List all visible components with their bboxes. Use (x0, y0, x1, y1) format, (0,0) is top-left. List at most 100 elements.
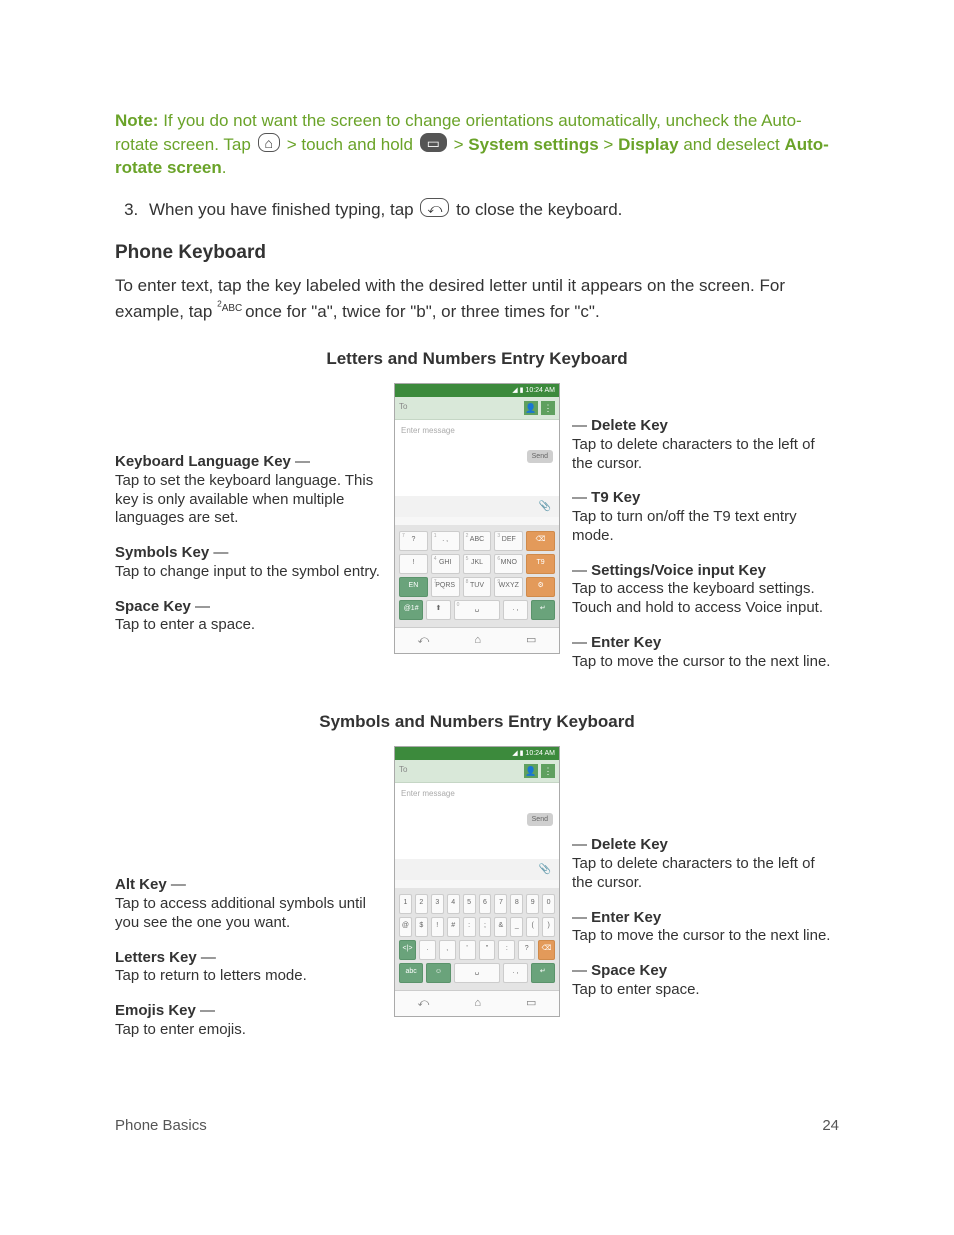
phone-keyboard-para: To enter text, tap the key labeled with … (115, 275, 839, 324)
lbl-title: T9 Key (591, 489, 640, 506)
lbl-desc: Tap to set the keyboard language. This k… (115, 472, 373, 527)
key: & (494, 917, 507, 937)
abc-key-inline: 2ABC (217, 303, 245, 314)
label-emojis-key: Emojis Key — Tap to enter emojis. (115, 1002, 382, 1040)
lbl-title: Delete Key (591, 836, 668, 853)
nav-back-icon: ⤺ (418, 633, 430, 648)
key: ' (459, 940, 476, 960)
key: ( (526, 917, 539, 937)
key: 2ABC (463, 531, 492, 551)
enter-key-icon: ↵ (531, 600, 555, 620)
status-time: 10:24 AM (525, 750, 555, 757)
note-paragraph: Note: If you do not want the screen to c… (115, 110, 839, 180)
msg-placeholder: Enter message (401, 426, 455, 435)
key: $ (415, 917, 428, 937)
label-enter-key-2: — Enter Key Tap to move the cursor to th… (572, 909, 839, 947)
step-3-post: to close the keyboard. (456, 200, 622, 219)
key: 1 (399, 894, 412, 914)
label-settings-voice-key: — Settings/Voice input Key Tap to access… (572, 562, 839, 618)
lbl-title: Alt Key (115, 876, 167, 893)
to-label: To (399, 765, 521, 776)
key: , (439, 940, 456, 960)
key: ; (479, 917, 492, 937)
symbols-keyboard-grid: 1 2 3 4 5 6 7 8 9 0 @ $ ! # : ; & _ ( (395, 888, 559, 990)
key: 8 (510, 894, 523, 914)
label-enter-key: — Enter Key Tap to move the cursor to th… (572, 634, 839, 672)
lbl-title: Space Key (115, 598, 191, 615)
status-bar: ◢ ▮ 10:24 AM (395, 384, 559, 396)
lbl-title: Settings/Voice input Key (591, 562, 766, 579)
key: _ (510, 917, 523, 937)
key: . , (503, 600, 527, 620)
nav-recent-icon: ▭ (526, 996, 536, 1011)
diagram2-phone: ◢ ▮ 10:24 AM To 👤 ⋮ Enter message Send 📎… (394, 746, 560, 1017)
enter-key-icon: ↵ (531, 963, 555, 983)
note-text-3: and deselect (683, 135, 779, 154)
nav-back-icon: ⤺ (418, 996, 430, 1011)
key: 5JKL (463, 554, 492, 574)
footer-page-number: 24 (822, 1116, 839, 1136)
key: 7PQRS (431, 577, 460, 597)
lbl-desc: Tap to enter space. (572, 981, 700, 998)
symbols-mode-key: @1# (399, 600, 423, 620)
home-icon: ⌂ (258, 133, 280, 152)
attach-row: 📎 (395, 496, 559, 518)
key: 7? (399, 531, 428, 551)
nav-home-icon: ⌂ (474, 633, 481, 648)
delete-key-icon: ⌫ (538, 940, 555, 960)
diagram2-right-col: — Delete Key Tap to delete characters to… (568, 746, 839, 1015)
emoji-key-icon: ☺ (426, 963, 450, 983)
abc-key-label: ABC (222, 303, 243, 314)
key: 9 (526, 894, 539, 914)
note-text-2: > touch and hold (287, 135, 413, 154)
diagram1-right-col: — Delete Key Tap to delete characters to… (568, 383, 839, 687)
key: . (419, 940, 436, 960)
lbl-title: Symbols Key (115, 544, 209, 561)
key: ) (542, 917, 555, 937)
contact-icon: 👤 (524, 401, 538, 415)
note-period: . (222, 158, 227, 177)
lbl-desc: Tap to access additional symbols until y… (115, 895, 366, 931)
phone-keyboard-grid: 7? 1. , 2ABC 3DEF ⌫ ! 4GHI 5JKL 6MNO T9 … (395, 525, 559, 627)
label-t9-key: — T9 Key Tap to turn on/off the T9 text … (572, 489, 839, 545)
key: 3 (431, 894, 444, 914)
settings-key-icon: ⚙ (526, 577, 555, 597)
to-row: To 👤 ⋮ (395, 760, 559, 783)
footer-left: Phone Basics (115, 1116, 207, 1136)
label-letters-key: Letters Key — Tap to return to letters m… (115, 949, 382, 987)
lbl-desc: Tap to delete characters to the left of … (572, 855, 815, 891)
key: # (447, 917, 460, 937)
label-space-key: Space Key — Tap to enter a space. (115, 598, 382, 636)
android-navbar: ⤺ ⌂ ▭ (395, 990, 559, 1016)
key: . , (503, 963, 527, 983)
step-list: When you have finished typing, tap ⤺ to … (115, 198, 839, 222)
lbl-title: Enter Key (591, 634, 661, 651)
key: : (498, 940, 515, 960)
lbl-desc: Tap to enter emojis. (115, 1021, 246, 1038)
message-area: Enter message Send (395, 783, 559, 859)
diagram2-left-col: Alt Key — Tap to access additional symbo… (115, 746, 386, 1055)
gt-1: > (454, 135, 464, 154)
key: : (463, 917, 476, 937)
send-button: Send (527, 450, 553, 463)
key: 0 (542, 894, 555, 914)
key: 9WXYZ (494, 577, 523, 597)
key: ? (518, 940, 535, 960)
key: 1. , (431, 531, 460, 551)
pk-para-2: once for "a", twice for "b", or three ti… (245, 302, 600, 321)
menu-icon: ⋮ (541, 764, 555, 778)
step-3: When you have finished typing, tap ⤺ to … (143, 198, 839, 222)
t9-key: T9 (526, 554, 555, 574)
attach-row: 📎 (395, 859, 559, 881)
lbl-title: Enter Key (591, 909, 661, 926)
diagram1-title: Letters and Numbers Entry Keyboard (115, 348, 839, 371)
nav-recent-icon: ▭ (526, 633, 536, 648)
language-key: EN (399, 577, 428, 597)
label-delete-key: — Delete Key Tap to delete characters to… (572, 417, 839, 473)
display-text: Display (618, 135, 678, 154)
back-icon: ⤺ (420, 198, 449, 217)
diagram2-title: Symbols and Numbers Entry Keyboard (115, 711, 839, 734)
space-key: 0␣ (454, 600, 501, 620)
message-area: Enter message Send (395, 420, 559, 496)
key: @ (399, 917, 412, 937)
